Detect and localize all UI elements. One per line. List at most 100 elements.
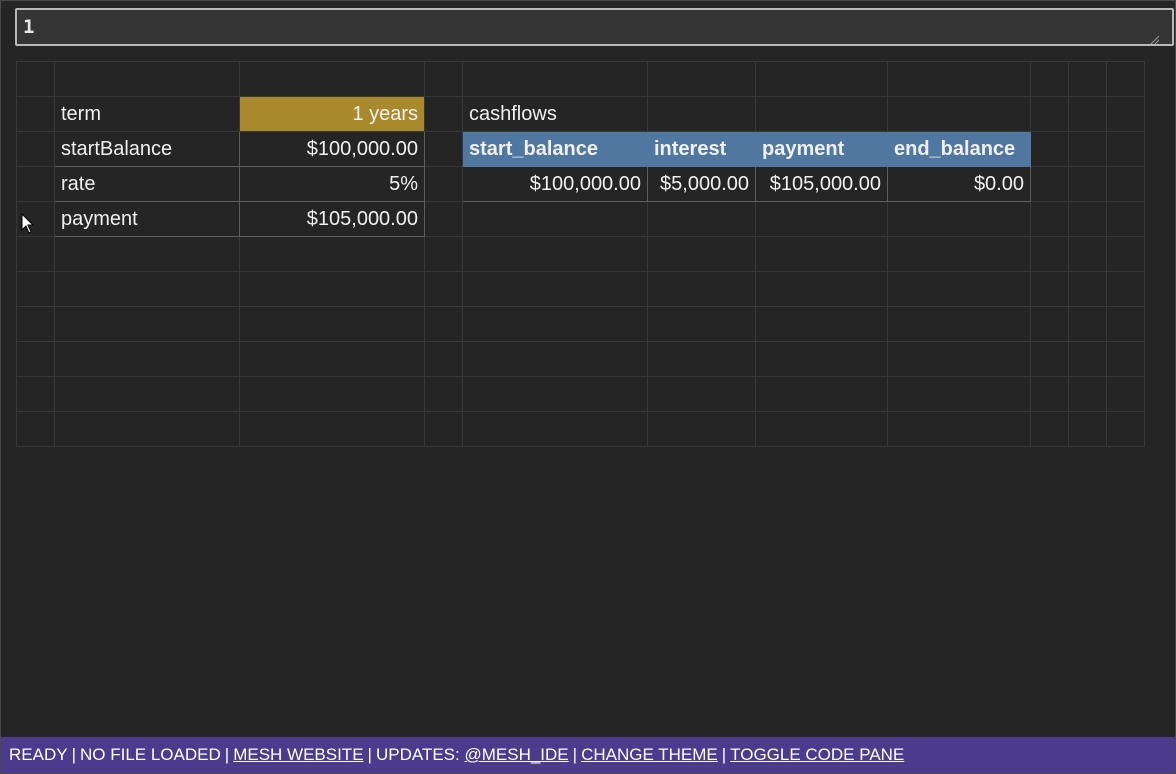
grid-cell[interactable] (1068, 201, 1107, 237)
grid-cell[interactable] (887, 376, 1031, 412)
grid-cell[interactable] (1068, 306, 1107, 342)
resize-grip-icon[interactable] (1149, 34, 1159, 44)
grid-cell[interactable] (16, 236, 55, 272)
grid-cell[interactable] (462, 271, 648, 307)
grid-cell[interactable] (424, 236, 463, 272)
rate-value-cell[interactable]: 5% (239, 166, 425, 202)
grid-cell[interactable] (462, 61, 648, 97)
grid-cell[interactable] (16, 61, 55, 97)
grid-cell[interactable] (1030, 96, 1069, 132)
grid-cell[interactable] (16, 306, 55, 342)
grid-cell[interactable] (887, 61, 1031, 97)
grid-cell[interactable] (424, 96, 463, 132)
cashflows-title-cell[interactable]: cashflows (462, 96, 648, 132)
start-balance-value-cell[interactable]: $100,000.00 (239, 131, 425, 167)
grid-cell[interactable] (462, 236, 648, 272)
cashflows-header-start-balance[interactable]: start_balance (462, 131, 648, 167)
grid-cell[interactable] (239, 306, 425, 342)
grid-cell[interactable] (424, 61, 463, 97)
grid-cell[interactable] (1106, 271, 1145, 307)
start-balance-label-cell[interactable]: startBalance (54, 131, 240, 167)
grid-cell[interactable] (54, 236, 240, 272)
grid-cell[interactable] (647, 376, 756, 412)
grid-cell[interactable] (16, 376, 55, 412)
grid-cell[interactable] (1106, 61, 1145, 97)
cashflows-cell-interest[interactable]: $5,000.00 (647, 166, 756, 202)
grid-cell[interactable] (887, 306, 1031, 342)
grid-cell[interactable] (239, 236, 425, 272)
grid-cell[interactable] (887, 411, 1031, 447)
grid-cell[interactable] (54, 61, 240, 97)
grid-cell[interactable] (1068, 411, 1107, 447)
grid-cell[interactable] (1106, 201, 1145, 237)
grid-cell[interactable] (239, 341, 425, 377)
grid-cell[interactable] (1068, 131, 1107, 167)
grid-cell[interactable] (1030, 166, 1069, 202)
grid-cell[interactable] (755, 236, 888, 272)
grid-cell[interactable] (16, 411, 55, 447)
grid-cell[interactable] (16, 166, 55, 202)
grid-cell[interactable] (1068, 96, 1107, 132)
grid-cell[interactable] (647, 236, 756, 272)
grid-cell[interactable] (1106, 341, 1145, 377)
grid-cell[interactable] (887, 96, 1031, 132)
grid-cell[interactable] (1106, 376, 1145, 412)
grid-cell[interactable] (462, 306, 648, 342)
grid-cell[interactable] (239, 61, 425, 97)
grid-cell[interactable] (462, 341, 648, 377)
grid-cell[interactable] (54, 271, 240, 307)
grid-cell[interactable] (16, 96, 55, 132)
grid-cell[interactable] (1030, 376, 1069, 412)
grid-cell[interactable] (16, 271, 55, 307)
grid-cell[interactable] (1068, 236, 1107, 272)
grid-cell[interactable] (54, 376, 240, 412)
grid-cell[interactable] (1030, 236, 1069, 272)
grid-cell[interactable] (755, 96, 888, 132)
grid-cell[interactable] (462, 376, 648, 412)
grid-cell[interactable] (424, 271, 463, 307)
grid-cell[interactable] (16, 131, 55, 167)
grid-cell[interactable] (755, 341, 888, 377)
grid-cell[interactable] (1068, 166, 1107, 202)
grid-cell[interactable] (887, 271, 1031, 307)
grid-cell[interactable] (887, 201, 1031, 237)
grid-cell[interactable] (1068, 61, 1107, 97)
payment-label-cell[interactable]: payment (54, 201, 240, 237)
grid-cell[interactable] (647, 201, 756, 237)
grid-cell[interactable] (54, 341, 240, 377)
grid-cell[interactable] (647, 96, 756, 132)
grid-cell[interactable] (1030, 341, 1069, 377)
grid-cell[interactable] (887, 341, 1031, 377)
grid-cell[interactable] (239, 411, 425, 447)
grid-cell[interactable] (755, 411, 888, 447)
grid-cell[interactable] (1106, 411, 1145, 447)
grid-cell[interactable] (755, 376, 888, 412)
grid-cell[interactable] (647, 411, 756, 447)
mesh-website-link[interactable]: MESH WEBSITE (233, 745, 363, 764)
grid-cell[interactable] (54, 306, 240, 342)
cashflows-header-interest[interactable]: interest (647, 131, 756, 167)
grid-cell[interactable] (1106, 96, 1145, 132)
payment-value-cell[interactable]: $105,000.00 (239, 201, 425, 237)
grid-cell[interactable] (1030, 61, 1069, 97)
formula-input[interactable]: 1 (15, 8, 1174, 46)
updates-link[interactable]: @MESH_IDE (464, 745, 568, 764)
grid-cell[interactable] (755, 306, 888, 342)
cashflows-header-end-balance[interactable]: end_balance (887, 131, 1031, 167)
term-label-cell[interactable]: term (54, 96, 240, 132)
grid-cell[interactable] (1030, 271, 1069, 307)
grid-cell[interactable] (647, 271, 756, 307)
grid-cell[interactable] (424, 306, 463, 342)
grid-cell[interactable] (462, 411, 648, 447)
grid-cell[interactable] (755, 61, 888, 97)
toggle-code-pane-link[interactable]: TOGGLE CODE PANE (730, 745, 904, 764)
grid-cell[interactable] (1030, 201, 1069, 237)
grid-cell[interactable] (1068, 341, 1107, 377)
grid-cell[interactable] (755, 271, 888, 307)
grid-cell[interactable] (1030, 131, 1069, 167)
grid-cell[interactable] (1030, 411, 1069, 447)
grid-cell[interactable] (424, 411, 463, 447)
grid-cell[interactable] (424, 341, 463, 377)
grid-cell[interactable] (16, 341, 55, 377)
grid-cell[interactable] (424, 131, 463, 167)
